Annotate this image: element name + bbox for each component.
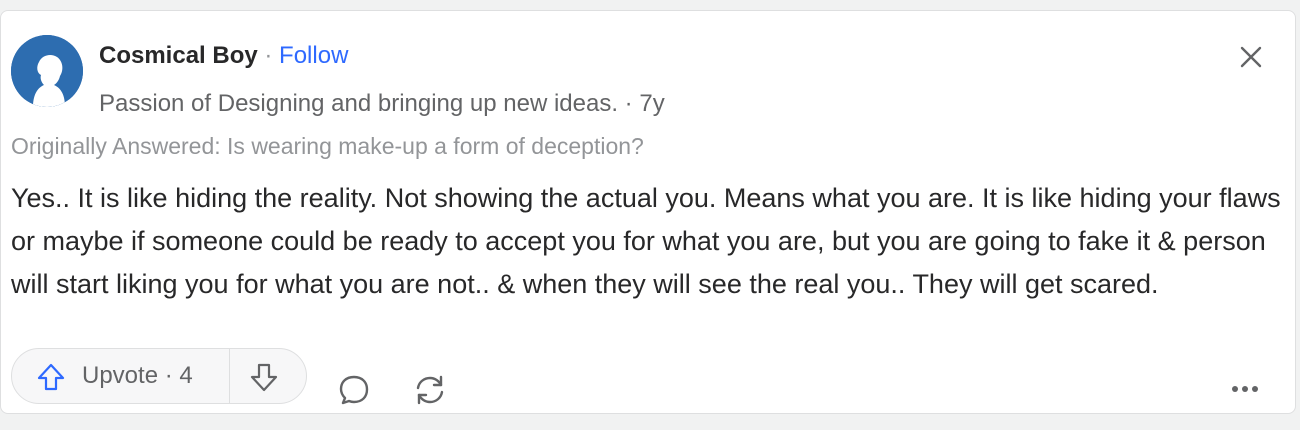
avatar-silhouette-icon — [11, 35, 83, 107]
downvote-arrow-icon — [250, 363, 278, 392]
author-credential-line: Passion of Designing and bringing up new… — [99, 89, 665, 119]
follow-button[interactable]: Follow — [279, 42, 348, 69]
close-icon — [1240, 46, 1262, 68]
originally-answered-question[interactable]: Originally Answered: Is wearing make-up … — [11, 131, 644, 161]
author-line: Cosmical Boy · Follow — [99, 41, 348, 71]
upvote-count: 4 — [179, 362, 193, 389]
upvote-separator: · — [158, 362, 180, 389]
author-separator: · — [257, 42, 280, 69]
author-avatar[interactable] — [11, 35, 83, 107]
answer-age[interactable]: 7y — [639, 90, 664, 117]
upvote-arrow-icon — [37, 363, 65, 391]
share-button[interactable] — [409, 369, 451, 411]
close-button[interactable] — [1233, 39, 1269, 75]
upvote-button[interactable]: Upvote · 4 — [12, 349, 229, 403]
upvote-label: Upvote — [82, 362, 159, 389]
comment-bubble-icon — [339, 375, 369, 405]
answer-card: Cosmical Boy · Follow Passion of Designi… — [0, 10, 1296, 414]
share-cycle-icon — [416, 375, 444, 405]
vote-group: Upvote · 4 — [11, 348, 307, 404]
more-options-button[interactable] — [1223, 375, 1267, 403]
upvote-text: Upvote · 4 — [82, 362, 193, 390]
age-separator: · — [618, 90, 640, 117]
answer-body: Yes.. It is like hiding the reality. Not… — [11, 183, 1281, 299]
author-name[interactable]: Cosmical Boy — [99, 42, 258, 69]
more-dots-icon — [1232, 386, 1258, 392]
downvote-button[interactable] — [230, 349, 306, 403]
author-credential[interactable]: Passion of Designing and bringing up new… — [99, 90, 618, 117]
comment-button[interactable] — [335, 371, 373, 409]
